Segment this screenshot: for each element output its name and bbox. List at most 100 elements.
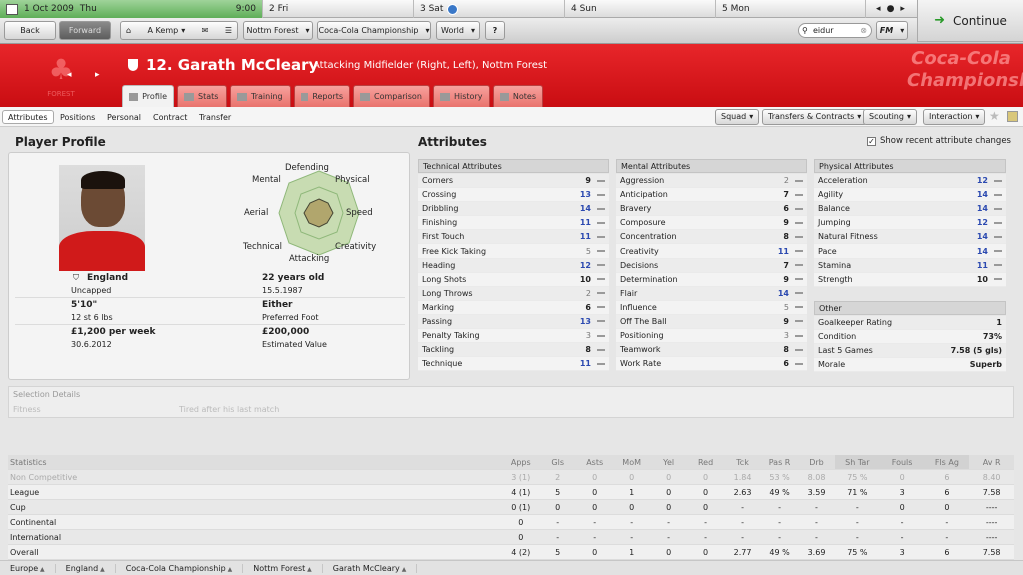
table-row[interactable]: Non Competitive 3 (1) 2 0 0 0 0 1.84 53 % 8.08 75 …	[8, 470, 1014, 485]
star-icon[interactable]: ★	[989, 109, 1000, 123]
subtab-positions[interactable]: Positions	[54, 110, 101, 124]
attribute-row[interactable]: Long Shots 10	[418, 272, 609, 287]
attribute-row[interactable]: Concentration 8	[616, 230, 807, 245]
attribute-row[interactable]: Crossing 13	[418, 188, 609, 203]
attribute-row[interactable]: Balance 14	[814, 202, 1006, 217]
attribute-value: 6	[783, 204, 789, 214]
fm-menu[interactable]: FM	[876, 21, 908, 40]
world-menu[interactable]: World	[436, 21, 480, 40]
calendar-day[interactable]: 2 Fri	[262, 0, 413, 18]
tab-history[interactable]: History	[433, 85, 490, 107]
attribute-row[interactable]: Natural Fitness 14	[814, 230, 1006, 245]
attribute-row[interactable]: Work Rate 6	[616, 357, 807, 372]
prev-player-icon[interactable]: ◂	[67, 70, 72, 80]
subtab-contract[interactable]: Contract	[147, 110, 193, 124]
chevron-right-icon[interactable]: ▸	[900, 4, 905, 14]
attribute-row[interactable]: Marking 6	[418, 300, 609, 315]
calendar-day[interactable]: 5 Mon	[715, 0, 865, 18]
attribute-row[interactable]: Technique 11	[418, 357, 609, 372]
attribute-row[interactable]: Condition 73%	[814, 330, 1006, 345]
calendar-day[interactable]: 4 Sun	[564, 0, 715, 18]
attribute-row[interactable]: Influence 5	[616, 300, 807, 315]
attribute-row[interactable]: Long Throws 2	[418, 286, 609, 301]
forward-button[interactable]: Forward	[59, 21, 111, 40]
breadcrumb-item[interactable]: Europe	[0, 563, 56, 573]
manager-menu[interactable]: ⌂ A Kemp ✉ ☰	[120, 21, 238, 40]
attribute-row[interactable]: Determination 9	[616, 272, 807, 287]
subtab-personal[interactable]: Personal	[101, 110, 147, 124]
competition-menu[interactable]: Coca-Cola Championship	[317, 21, 431, 40]
attribute-row[interactable]: Free Kick Taking 5	[418, 244, 609, 259]
attribute-value: 14	[976, 204, 988, 214]
attribute-row[interactable]: First Touch 11	[418, 230, 609, 245]
breadcrumb-item[interactable]: England	[56, 563, 116, 573]
attribute-row[interactable]: Pace 14	[814, 244, 1006, 259]
attribute-name: Aggression	[620, 176, 665, 186]
help-button[interactable]: ?	[485, 21, 505, 40]
attribute-row[interactable]: Decisions 7	[616, 258, 807, 273]
attribute-row[interactable]: Jumping 12	[814, 216, 1006, 231]
tab-stats[interactable]: Stats	[177, 85, 227, 107]
attribute-row[interactable]: Bravery 6	[616, 202, 807, 217]
table-row[interactable]: League 4 (1) 5 0 1 0 0 2.63 49 % 3.59 71 % 3 6 7.58	[8, 485, 1014, 500]
attribute-row[interactable]: Acceleration 12	[814, 174, 1006, 189]
table-row[interactable]: Continental 0- - - - - - - - - - - ----	[8, 515, 1014, 530]
attribute-row[interactable]: Strength 10	[814, 272, 1006, 287]
squad-menu[interactable]: Squad	[715, 109, 760, 125]
chevron-left-icon[interactable]: ◂	[876, 4, 881, 14]
attribute-row[interactable]: Positioning 3	[616, 329, 807, 344]
trend-icon	[994, 179, 1002, 182]
attribute-row[interactable]: Penalty Taking 3	[418, 329, 609, 344]
attribute-row[interactable]: Passing 13	[418, 314, 609, 330]
attribute-row[interactable]: Agility 14	[814, 188, 1006, 203]
tab-comparison[interactable]: Comparison	[353, 85, 430, 107]
continue-button[interactable]: ➜ Continue	[917, 0, 1023, 42]
tab-profile[interactable]: Profile	[122, 85, 174, 107]
interaction-menu[interactable]: Interaction	[923, 109, 986, 125]
attribute-row[interactable]: Tackling 8	[418, 343, 609, 358]
tab-reports[interactable]: Reports	[294, 85, 350, 107]
attribute-row[interactable]: Finishing 11	[418, 216, 609, 231]
attribute-row[interactable]: Corners 9	[418, 174, 609, 189]
add-note-icon[interactable]	[1007, 111, 1018, 122]
breadcrumb-item[interactable]: Nottm Forest	[243, 563, 323, 573]
attribute-row[interactable]: Goalkeeper Rating 1	[814, 316, 1006, 331]
table-header-row[interactable]: Statistics Apps Gls Asts MoM Yel Red Tck Pas R Dr…	[8, 455, 1014, 470]
breadcrumb-item[interactable]: Coca-Cola Championship	[116, 563, 244, 573]
attribute-row[interactable]: Teamwork 8	[616, 343, 807, 358]
breadcrumb-item[interactable]: Garath McCleary	[323, 563, 418, 573]
checkbox-icon[interactable]: ✓	[867, 136, 876, 146]
attribute-row[interactable]: Dribbling 14	[418, 202, 609, 217]
subtab-attributes[interactable]: Attributes	[2, 110, 54, 124]
search-input[interactable]: ⚲ eidur ⊗	[798, 23, 872, 38]
scouting-menu[interactable]: Scouting	[863, 109, 917, 125]
table-row[interactable]: Overall 4 (2) 5 0 1 0 0 2.77 49 % 3.69 75 % 3 6 7.58	[8, 545, 1014, 560]
back-button[interactable]: Back	[4, 21, 56, 40]
calendar-scroll[interactable]: ◂ ● ▸	[865, 0, 915, 18]
attribute-row[interactable]: Morale Superb	[814, 358, 1006, 373]
table-row[interactable]: International 0- - - - - - - - - - - ----	[8, 530, 1014, 545]
tab-training[interactable]: Training	[230, 85, 291, 107]
club-menu[interactable]: Nottm Forest	[243, 21, 313, 40]
attribute-row[interactable]: Aggression 2	[616, 174, 807, 189]
attribute-row[interactable]: Flair 14	[616, 286, 807, 301]
calendar-day[interactable]: 3 Sat	[413, 0, 564, 18]
attribute-row[interactable]: Composure 9	[616, 216, 807, 231]
calendar-icon[interactable]	[6, 3, 18, 15]
tab-notes[interactable]: Notes	[493, 85, 543, 107]
attribute-row[interactable]: Creativity 11	[616, 244, 807, 259]
clear-icon[interactable]: ⊗	[860, 26, 867, 35]
attribute-row[interactable]: Heading 12	[418, 258, 609, 273]
attribute-name: Bravery	[620, 204, 652, 214]
show-recent-changes-checkbox[interactable]: ✓ Show recent attribute changes	[867, 136, 1011, 146]
attribute-row[interactable]: Anticipation 7	[616, 188, 807, 203]
attribute-row[interactable]: Off The Ball 9	[616, 314, 807, 330]
table-row[interactable]: Cup 0 (1) 0 0 0 0 0- - - -0 0 ----	[8, 500, 1014, 515]
calendar-today[interactable]: 1 Oct 2009 Thu 9:00	[0, 0, 262, 18]
next-player-icon[interactable]: ▸	[95, 70, 100, 80]
subtab-transfer[interactable]: Transfer	[193, 110, 237, 124]
attribute-row[interactable]: Last 5 Games 7.58 (5 gls)	[814, 344, 1006, 359]
transfers-contracts-menu[interactable]: Transfers & Contracts	[762, 109, 868, 125]
attribute-name: Technique	[422, 359, 463, 369]
attribute-row[interactable]: Stamina 11	[814, 258, 1006, 273]
